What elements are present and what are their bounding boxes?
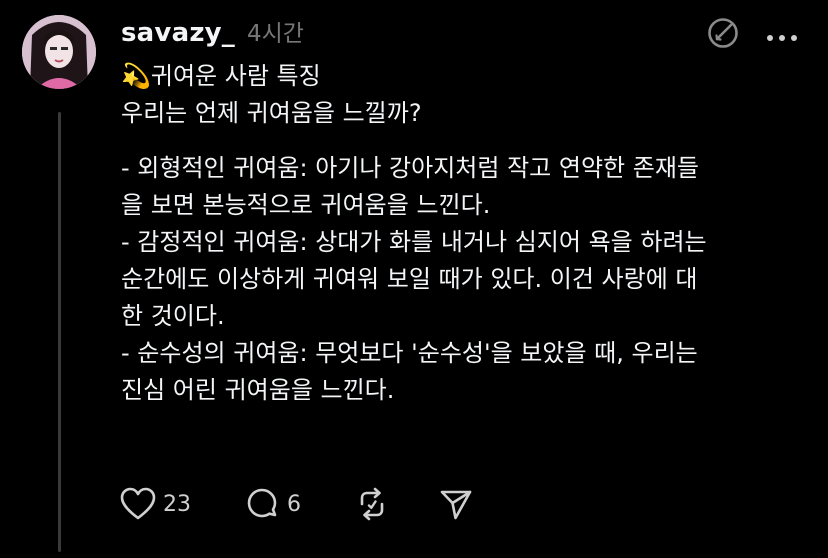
comment-count: 6	[287, 491, 301, 517]
post-line: 순간에도 이상하게 귀여워 보일 때가 있다. 이건 사랑에 대	[121, 265, 698, 293]
like-count: 23	[163, 491, 191, 517]
thread-line	[58, 112, 61, 552]
post-title: 💫귀여운 사람 특징	[121, 62, 321, 90]
post-line: 한 것이다.	[121, 302, 225, 330]
post-time: 4시간	[247, 21, 304, 47]
post-line: 을 보면 본능적으로 귀여움을 느낀다.	[121, 191, 491, 219]
post-line: - 외형적인 귀여움: 아기나 강아지처럼 작고 연약한 존재들	[121, 154, 699, 182]
username[interactable]: savazy_	[121, 18, 235, 48]
action-bar: 23 6	[120, 486, 474, 522]
avatar-image	[22, 15, 96, 89]
comment-icon	[244, 486, 280, 522]
post-body: 💫귀여운 사람 특징 우리는 언제 귀여움을 느낄까? - 외형적인 귀여움: …	[121, 58, 811, 409]
edit-icon[interactable]	[706, 16, 740, 50]
post-line: 진심 어린 귀여움을 느낀다.	[121, 376, 395, 404]
repost-button[interactable]	[354, 486, 438, 522]
share-button[interactable]	[438, 486, 474, 522]
more-icon[interactable]	[766, 28, 798, 41]
heart-icon	[120, 487, 156, 521]
share-icon	[438, 486, 474, 522]
post-question: 우리는 언제 귀여움을 느낄까?	[121, 99, 422, 127]
post-line: - 감정적인 귀여움: 상대가 화를 내거나 심지어 욕을 하려는	[121, 228, 707, 256]
avatar[interactable]	[22, 15, 96, 89]
repost-icon	[354, 486, 390, 522]
post-header: savazy_ 4시간	[121, 14, 304, 48]
like-button[interactable]: 23	[120, 487, 244, 521]
post-line: - 순수성의 귀여움: 무엇보다 '순수성'을 보았을 때, 우리는	[121, 339, 698, 367]
comment-button[interactable]: 6	[244, 486, 354, 522]
